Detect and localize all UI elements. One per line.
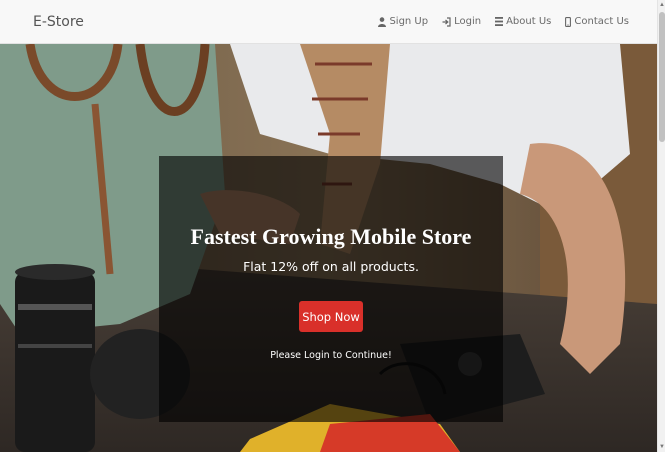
page: E-Store Sign Up Login About Us Contact U… bbox=[0, 0, 665, 471]
nav-login-label: Login bbox=[454, 16, 482, 27]
scroll-down-arrow-icon[interactable]: ▼ bbox=[658, 442, 665, 452]
phone-icon bbox=[565, 16, 572, 27]
login-icon bbox=[442, 16, 451, 27]
nav-signup-label: Sign Up bbox=[389, 16, 429, 27]
hero-headline: Fastest Growing Mobile Store bbox=[190, 224, 472, 249]
page-bottom-strip bbox=[0, 452, 665, 471]
nav-contact-link[interactable]: Contact Us bbox=[565, 16, 629, 27]
list-icon bbox=[495, 17, 504, 26]
hero-overlay-card: Fastest Growing Mobile Store Flat 12% of… bbox=[159, 156, 503, 422]
nav-login-link[interactable]: Login bbox=[442, 16, 481, 27]
scroll-thumb[interactable] bbox=[659, 12, 665, 142]
login-note: Please Login to Continue! bbox=[270, 350, 392, 361]
user-icon bbox=[378, 16, 387, 27]
nav-signup-link[interactable]: Sign Up bbox=[378, 16, 428, 27]
nav-links: Sign Up Login About Us Contact Us bbox=[378, 16, 629, 27]
page-scrollbar[interactable]: ▲ ▼ bbox=[657, 0, 665, 452]
brand-logo[interactable]: E-Store bbox=[33, 14, 84, 30]
nav-about-link[interactable]: About Us bbox=[495, 16, 551, 27]
navbar: E-Store Sign Up Login About Us Contact U… bbox=[0, 0, 657, 44]
nav-contact-label: Contact Us bbox=[574, 16, 629, 27]
hero-section: Fastest Growing Mobile Store Flat 12% of… bbox=[0, 44, 657, 452]
hero-subtitle: Flat 12% off on all products. bbox=[243, 259, 419, 274]
shop-now-button[interactable]: Shop Now bbox=[299, 301, 363, 332]
scroll-up-arrow-icon[interactable]: ▲ bbox=[658, 0, 665, 10]
nav-about-label: About Us bbox=[506, 16, 552, 27]
